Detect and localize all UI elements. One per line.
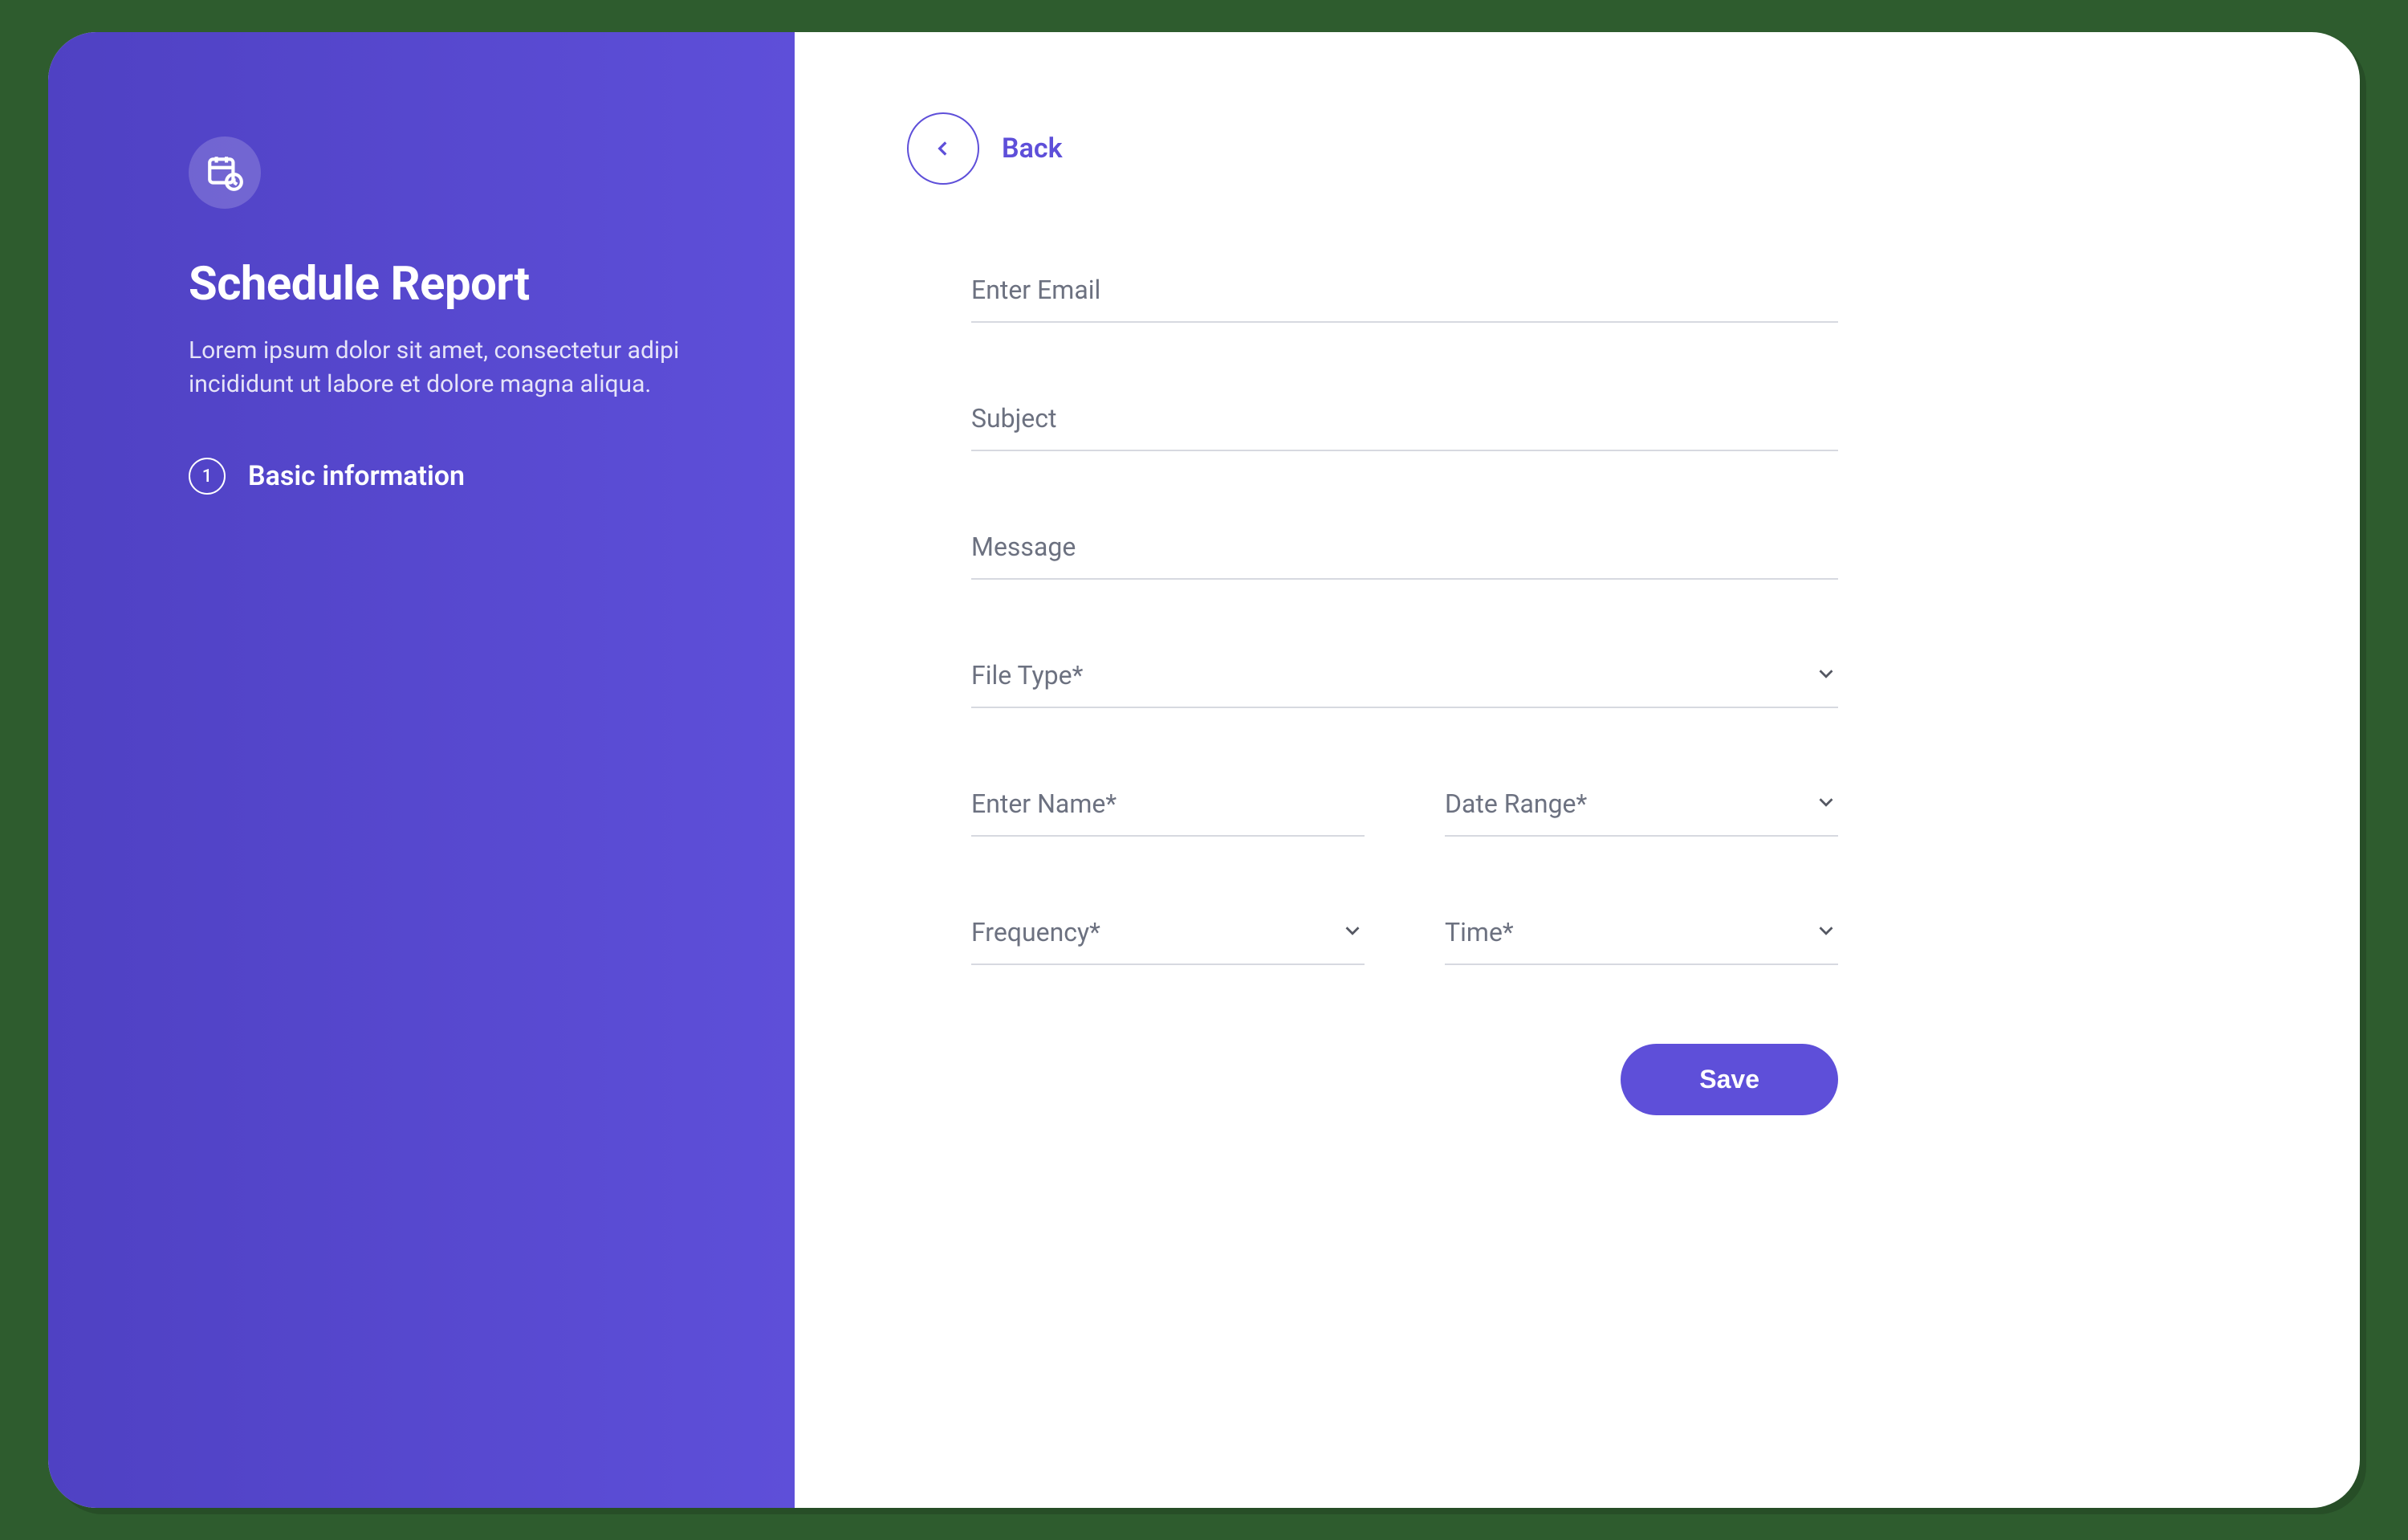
time-placeholder: Time*: [1445, 917, 1514, 947]
step-basic-information[interactable]: 1 Basic information: [189, 458, 714, 495]
schedule-report-card: Schedule Report Lorem ipsum dolor sit am…: [48, 32, 2360, 1508]
time-select[interactable]: Time*: [1445, 907, 1838, 965]
main-panel: Back Enter Email Subject Message File Ty…: [795, 32, 2360, 1508]
back-button[interactable]: [907, 112, 979, 185]
chevron-down-icon: [1814, 919, 1838, 946]
frequency-placeholder: Frequency*: [971, 917, 1100, 947]
date-range-placeholder: Date Range*: [1445, 788, 1587, 819]
name-field[interactable]: Enter Name*: [971, 779, 1365, 837]
save-button[interactable]: Save: [1621, 1044, 1838, 1115]
back-row: Back: [907, 112, 2247, 185]
subject-placeholder: Subject: [971, 403, 1056, 434]
step-label: Basic information: [248, 460, 465, 492]
form-actions: Save: [971, 1044, 1838, 1115]
chevron-left-icon: [933, 138, 954, 159]
email-field[interactable]: Enter Email: [971, 265, 1838, 323]
file-type-select[interactable]: File Type*: [971, 650, 1838, 708]
subject-field[interactable]: Subject: [971, 393, 1838, 451]
back-label[interactable]: Back: [1002, 132, 1063, 165]
chevron-down-icon: [1814, 662, 1838, 689]
sidebar: Schedule Report Lorem ipsum dolor sit am…: [48, 32, 795, 1508]
step-number-badge: 1: [189, 458, 226, 495]
chevron-down-icon: [1814, 790, 1838, 817]
sidebar-description: Lorem ipsum dolor sit amet, consectetur …: [189, 334, 686, 401]
email-placeholder: Enter Email: [971, 275, 1100, 305]
message-field[interactable]: Message: [971, 522, 1838, 580]
name-placeholder: Enter Name*: [971, 788, 1117, 819]
chevron-down-icon: [1340, 919, 1365, 946]
sidebar-title: Schedule Report: [189, 257, 714, 312]
date-range-select[interactable]: Date Range*: [1445, 779, 1838, 837]
schedule-report-form: Enter Email Subject Message File Type*: [971, 265, 1838, 1115]
file-type-placeholder: File Type*: [971, 660, 1083, 691]
message-placeholder: Message: [971, 532, 1076, 562]
frequency-select[interactable]: Frequency*: [971, 907, 1365, 965]
calendar-clock-icon: [189, 136, 261, 209]
